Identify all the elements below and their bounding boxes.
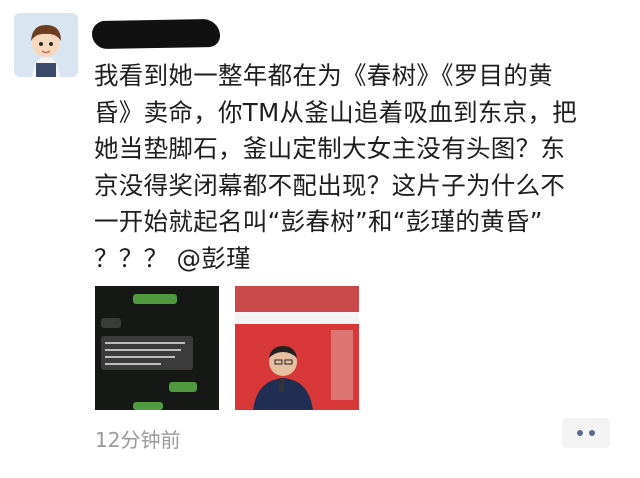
username-redaction: [91, 18, 221, 50]
avatar[interactable]: [14, 13, 78, 77]
more-dots-icon[interactable]: [562, 418, 610, 448]
mention-link[interactable]: @彭瑾: [177, 244, 251, 273]
chat-screenshot-thumbnail[interactable]: [95, 286, 219, 410]
post-text: 我看到她一整年都在为《春树》《罗目的黄 昏》卖命，你TM从釜山追着吸血到东京，把…: [94, 58, 614, 277]
post-text-last-line: ？？？ @彭瑾: [94, 241, 614, 278]
photo-thumbnail[interactable]: [235, 286, 359, 410]
post-text-line: 京没得奖闭幕都不配出现？这片子为什么不: [94, 170, 566, 200]
dot: [577, 430, 583, 436]
dot: [589, 430, 595, 436]
question-marks: ？？？: [94, 243, 177, 273]
post-text-line: 昏》卖命，你TM从釜山追着吸血到东京，把: [94, 97, 578, 127]
post-timestamp: 12分钟前: [95, 428, 181, 452]
post-text-line: 她当垫脚石，釜山定制大女主没有头图？东: [94, 134, 566, 163]
cartoon-boy-avatar-icon: [14, 13, 78, 77]
moments-post: 我看到她一整年都在为《春树》《罗目的黄 昏》卖命，你TM从釜山追着吸血到东京，把…: [0, 0, 640, 478]
person-photo-icon: [235, 324, 359, 410]
photo-main: [235, 324, 359, 410]
post-text-line: 一开始就起名叫“彭春树”和“彭瑾的黄昏”: [94, 207, 543, 236]
photo-top-strip: [235, 286, 359, 312]
post-text-line: 我看到她一整年都在为《春树》《罗目的黄: [94, 61, 553, 90]
